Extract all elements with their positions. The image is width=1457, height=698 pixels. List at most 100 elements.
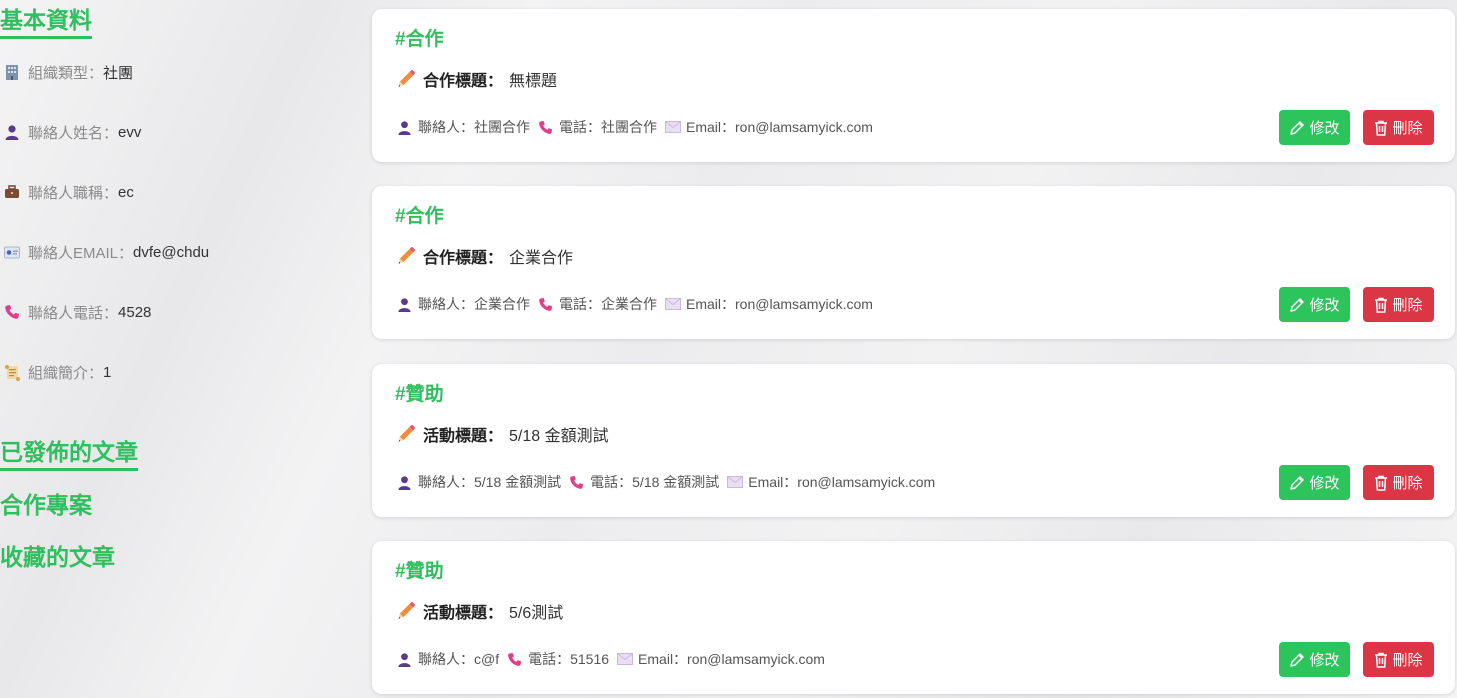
info-value: dvfe@chdu bbox=[133, 243, 210, 261]
article-card: #合作 合作標題： 無標題 聯絡人：社團合作 電話：社團合作 Email：ron… bbox=[372, 9, 1455, 162]
pencil-outline-icon bbox=[1290, 120, 1305, 135]
delete-button[interactable]: 刪除 bbox=[1363, 110, 1434, 145]
card-title-label: 活動標題： bbox=[423, 605, 504, 622]
briefcase-icon bbox=[2, 183, 22, 201]
person-icon bbox=[396, 296, 413, 313]
phone-icon bbox=[537, 296, 554, 313]
phone-icon bbox=[2, 303, 22, 321]
envelope-icon bbox=[726, 474, 743, 491]
edit-button-label: 修改 bbox=[1309, 475, 1340, 492]
office-building-icon bbox=[2, 63, 22, 81]
info-sep: ： bbox=[103, 184, 119, 202]
envelope-icon bbox=[616, 651, 633, 668]
delete-button[interactable]: 刪除 bbox=[1363, 465, 1434, 500]
card-title-row: 合作標題： 無標題 bbox=[396, 68, 557, 90]
nav-cooperation-projects[interactable]: 合作專案 bbox=[0, 491, 92, 521]
pencil-icon bbox=[396, 69, 416, 89]
card-contact: 聯絡人：c@f bbox=[418, 651, 500, 667]
card-meta-row: 聯絡人：企業合作 電話：企業合作 Email：ron@lamsamyick.co… bbox=[396, 293, 873, 315]
card-title-value: 企業合作 bbox=[509, 250, 574, 267]
edit-button[interactable]: 修改 bbox=[1279, 287, 1350, 322]
info-sep: ： bbox=[103, 304, 119, 322]
scroll-icon bbox=[2, 363, 22, 381]
article-card: #合作 合作標題： 企業合作 聯絡人：企業合作 電話：企業合作 Email：ro… bbox=[372, 186, 1455, 339]
id-card-icon bbox=[2, 243, 22, 261]
card-phone: 電話：5/18 金額測試 bbox=[590, 474, 720, 490]
info-sep: ： bbox=[88, 64, 104, 82]
card-title-label: 合作標題： bbox=[423, 250, 504, 267]
edit-button-label: 修改 bbox=[1309, 120, 1340, 137]
info-label: 聯絡人姓名 bbox=[28, 124, 104, 142]
card-title-row: 合作標題： 企業合作 bbox=[396, 245, 573, 267]
info-value: ec bbox=[118, 183, 134, 201]
info-label: 聯絡人電話 bbox=[28, 304, 104, 322]
info-sep: ： bbox=[88, 364, 104, 382]
info-label: 組織簡介 bbox=[28, 364, 89, 382]
delete-button[interactable]: 刪除 bbox=[1363, 642, 1434, 677]
trash-icon bbox=[1375, 475, 1388, 491]
trash-icon bbox=[1375, 297, 1388, 313]
edit-button[interactable]: 修改 bbox=[1279, 465, 1350, 500]
info-sep: ： bbox=[118, 244, 134, 262]
info-contact-phone: 聯絡人電話： 4528 bbox=[0, 300, 151, 324]
person-icon bbox=[396, 651, 413, 668]
card-title-label: 活動標題： bbox=[423, 428, 504, 445]
card-phone: 電話：企業合作 bbox=[559, 296, 657, 312]
card-title-label: 合作標題： bbox=[423, 73, 504, 90]
trash-icon bbox=[1375, 120, 1388, 136]
info-org-type: 組織類型：社團 bbox=[0, 60, 133, 84]
card-meta-row: 聯絡人：社團合作 電話：社團合作 Email：ron@lamsamyick.co… bbox=[396, 116, 873, 138]
envelope-icon bbox=[664, 119, 681, 136]
card-title-row: 活動標題： 5/6測試 bbox=[396, 600, 563, 622]
card-title-row: 活動標題： 5/18 金額測試 bbox=[396, 423, 609, 445]
pencil-outline-icon bbox=[1290, 652, 1305, 667]
person-icon bbox=[396, 119, 413, 136]
card-phone: 電話：51516 bbox=[528, 651, 610, 667]
edit-button-label: 修改 bbox=[1309, 652, 1340, 669]
person-icon bbox=[2, 123, 22, 141]
delete-button-label: 刪除 bbox=[1392, 120, 1423, 137]
info-label: 聯絡人EMAIL bbox=[28, 244, 119, 262]
card-meta-row: 聯絡人：c@f 電話：51516 Email：ron@lamsamyick.co… bbox=[396, 648, 825, 670]
article-card: #贊助 活動標題： 5/18 金額測試 聯絡人：5/18 金額測試 電話：5/1… bbox=[372, 364, 1455, 517]
delete-button[interactable]: 刪除 bbox=[1363, 287, 1434, 322]
info-value: 4528 bbox=[118, 303, 152, 321]
info-value: evv bbox=[118, 123, 142, 141]
person-icon bbox=[396, 474, 413, 491]
info-contact-name: 聯絡人姓名： evv bbox=[0, 120, 141, 144]
pencil-outline-icon bbox=[1290, 475, 1305, 490]
phone-icon bbox=[537, 119, 554, 136]
info-org-intro: 組織簡介： 1 bbox=[0, 360, 111, 384]
card-contact: 聯絡人：企業合作 bbox=[418, 296, 530, 312]
info-value: 社團 bbox=[103, 64, 134, 82]
nav-published-articles[interactable]: 已發佈的文章 bbox=[0, 438, 138, 471]
card-tag: #合作 bbox=[395, 206, 444, 227]
profile-heading: 基本資料 bbox=[0, 6, 92, 39]
edit-button[interactable]: 修改 bbox=[1279, 642, 1350, 677]
card-title-value: 無標題 bbox=[509, 73, 558, 90]
card-title-value: 5/18 金額測試 bbox=[509, 428, 609, 445]
trash-icon bbox=[1375, 652, 1388, 668]
card-meta-row: 聯絡人：5/18 金額測試 電話：5/18 金額測試 Email：ron@lam… bbox=[396, 471, 935, 493]
phone-icon bbox=[568, 474, 585, 491]
card-email: Email：ron@lamsamyick.com bbox=[686, 119, 873, 135]
card-phone: 電話：社團合作 bbox=[559, 119, 657, 135]
delete-button-label: 刪除 bbox=[1392, 475, 1423, 492]
pencil-icon bbox=[396, 601, 416, 621]
nav-favorite-articles[interactable]: 收藏的文章 bbox=[0, 543, 115, 573]
pencil-icon bbox=[396, 424, 416, 444]
pencil-icon bbox=[396, 246, 416, 266]
pencil-outline-icon bbox=[1290, 297, 1305, 312]
card-contact: 聯絡人：5/18 金額測試 bbox=[418, 474, 562, 490]
info-sep: ： bbox=[103, 124, 119, 142]
info-value: 1 bbox=[103, 363, 112, 381]
info-contact-title: 聯絡人職稱： ec bbox=[0, 180, 134, 204]
info-contact-email: 聯絡人EMAIL： dvfe@chdu bbox=[0, 240, 209, 264]
edit-button[interactable]: 修改 bbox=[1279, 110, 1350, 145]
card-tag: #贊助 bbox=[395, 384, 444, 405]
card-email: Email：ron@lamsamyick.com bbox=[748, 474, 936, 490]
card-contact: 聯絡人：社團合作 bbox=[418, 119, 530, 135]
edit-button-label: 修改 bbox=[1309, 297, 1340, 314]
profile-sidebar: 基本資料 組織類型：社團 聯絡人姓名： evv 聯絡人職稱： ec 聯絡人EMAIL… bbox=[0, 0, 340, 698]
delete-button-label: 刪除 bbox=[1392, 297, 1423, 314]
